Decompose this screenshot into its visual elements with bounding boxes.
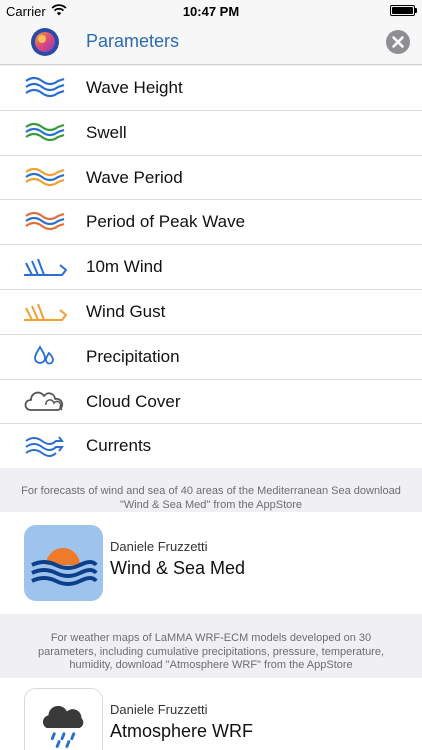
parameter-label: Precipitation [86, 346, 180, 366]
page-title: Parameters [86, 31, 180, 51]
parameter-row-precipitation[interactable]: Precipitation [0, 335, 422, 380]
parameter-row-wave-height[interactable]: Wave Height [0, 66, 422, 111]
parameter-label: Cloud Cover [86, 391, 181, 411]
parameter-list: Wave Height Swell Wave Period Period of … [0, 66, 422, 470]
battery-icon [390, 5, 415, 16]
nav-bar: Parameters [0, 22, 422, 65]
parameter-row-currents[interactable]: Currents [0, 424, 422, 469]
close-icon[interactable] [386, 30, 410, 54]
peak-wave-icon [25, 212, 65, 231]
battery-tip [415, 8, 417, 13]
promo-description: For weather maps of LaMMA WRF-ECM models… [37, 632, 385, 671]
parameter-label: Swell [86, 122, 127, 142]
wind-sea-med-app-icon [24, 525, 103, 601]
wind-icon [24, 258, 67, 277]
promo-description: For forecasts of wind and sea of 40 area… [21, 485, 401, 511]
parameter-row-swell[interactable]: Swell [0, 111, 422, 156]
parameter-row-10m-wind[interactable]: 10m Wind [0, 245, 422, 290]
parameter-label: Period of Peak Wave [86, 212, 246, 232]
parameter-row-wind-gust[interactable]: Wind Gust [0, 290, 422, 335]
parameter-row-cloud-cover[interactable]: Cloud Cover [0, 380, 422, 425]
app-name: Wind & Sea Med [110, 558, 246, 578]
parameter-label: 10m Wind [86, 257, 163, 277]
parameter-row-wave-period[interactable]: Wave Period [0, 156, 422, 201]
developer-name: Daniele Fruzzetti [110, 539, 208, 554]
app-name: Atmosphere WRF [110, 721, 254, 741]
screen: Carrier 10:47 PM Parameters Wave Height … [0, 0, 422, 750]
wave-height-icon [25, 76, 65, 98]
atmosphere-wrf-app-icon [24, 688, 103, 750]
parameter-label: Wind Gust [86, 301, 166, 321]
promo-app-wind-sea-med[interactable]: Daniele Fruzzetti Wind & Sea Med [0, 512, 422, 614]
promo-section: For forecasts of wind and sea of 40 area… [0, 468, 422, 750]
wind-gust-icon [24, 303, 67, 321]
parameter-label: Wave Period [86, 167, 183, 187]
developer-name: Daniele Fruzzetti [110, 702, 208, 717]
promo-app-atmosphere-wrf[interactable]: Daniele Fruzzetti Atmosphere WRF [0, 678, 422, 750]
app-logo-icon [31, 28, 59, 56]
parameter-label: Wave Height [86, 78, 183, 97]
clock: 10:47 PM [182, 4, 240, 19]
raindrop-icon [34, 345, 54, 365]
parameter-label: Currents [86, 436, 152, 456]
cloud-icon [24, 391, 64, 411]
status-bar: Carrier 10:47 PM [0, 0, 422, 22]
parameter-row-peak-wave[interactable]: Period of Peak Wave [0, 200, 422, 246]
currents-icon [25, 436, 64, 458]
swell-icon [25, 122, 65, 141]
wave-period-icon [25, 167, 65, 186]
